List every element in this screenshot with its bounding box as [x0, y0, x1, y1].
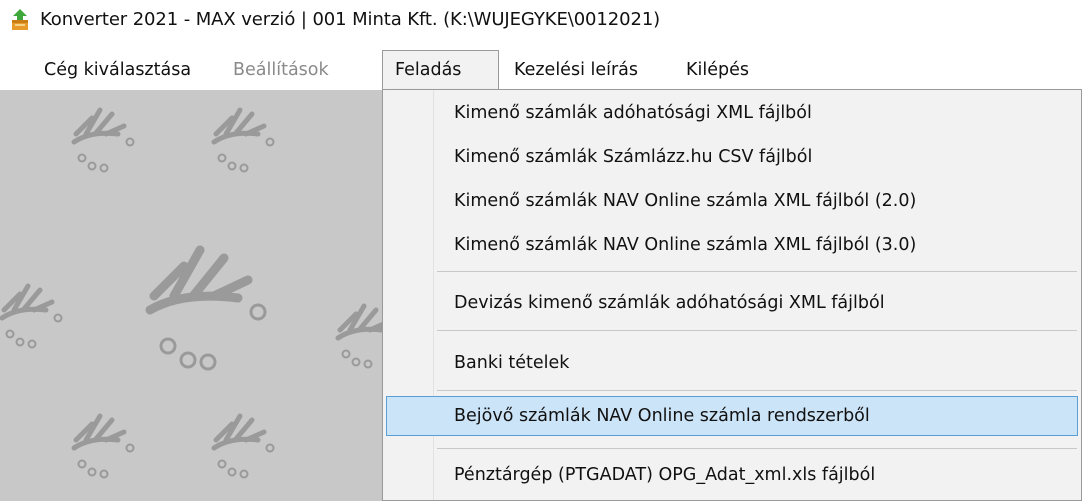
- menu-item-kimeno-nav-online-3-0[interactable]: Kimenő számlák NAV Online számla XML fáj…: [386, 226, 1078, 264]
- menu-item-label: Pénztárgép (PTGADAT) OPG_Adat_xml.xls fá…: [454, 465, 876, 485]
- menu-item-penztargep-ptgadat[interactable]: Pénztárgép (PTGADAT) OPG_Adat_xml.xls fá…: [386, 456, 1078, 494]
- title-bar: Konverter 2021 - MAX verzió | 001 Minta …: [0, 0, 1082, 44]
- menu-item-label: Kimenő számlák NAV Online számla XML fáj…: [454, 191, 917, 211]
- menu-item-kimeno-nav-online-2-0[interactable]: Kimenő számlák NAV Online számla XML fáj…: [386, 182, 1078, 220]
- menu-item-label: Devizás kimenő számlák adóhatósági XML f…: [454, 293, 885, 313]
- menu-item-label: Kimenő számlák adóhatósági XML fájlból: [454, 103, 812, 123]
- menu-separator: [437, 448, 1077, 449]
- menu-kilepes[interactable]: Kilépés: [674, 50, 761, 90]
- menu-item-label: Kimenő számlák Számlázz.hu CSV fájlból: [454, 147, 813, 167]
- menu-separator: [437, 271, 1077, 272]
- menu-item-bejovo-nav-online[interactable]: Bejövő számlák NAV Online számla rendsze…: [386, 396, 1078, 436]
- menu-separator: [437, 390, 1077, 391]
- menu-bar: Cég kiválasztása Beállítások Feladás Kez…: [0, 50, 1082, 90]
- menu-item-label: Banki tételek: [454, 353, 570, 373]
- menu-item-kimeno-adohatosagi-xml[interactable]: Kimenő számlák adóhatósági XML fájlból: [386, 94, 1078, 132]
- menu-kezelesi-leiras[interactable]: Kezelési leírás: [502, 50, 650, 90]
- app-window: Konverter 2021 - MAX verzió | 001 Minta …: [0, 0, 1082, 501]
- menu-item-label: Bejövő számlák NAV Online számla rendsze…: [454, 406, 870, 426]
- menu-beallitasok[interactable]: Beállítások: [221, 50, 341, 90]
- menu-item-kimeno-szamlazz-csv[interactable]: Kimenő számlák Számlázz.hu CSV fájlból: [386, 138, 1078, 176]
- app-icon: [12, 9, 28, 30]
- feladas-dropdown-menu: Kimenő számlák adóhatósági XML fájlból K…: [382, 89, 1082, 501]
- window-title: Konverter 2021 - MAX verzió | 001 Minta …: [40, 9, 661, 30]
- menu-item-devizas-kimeno[interactable]: Devizás kimenő számlák adóhatósági XML f…: [386, 284, 1078, 322]
- menu-ceg-kivalasztasa[interactable]: Cég kiválasztása: [32, 50, 203, 90]
- menu-item-label: Kimenő számlák NAV Online számla XML fáj…: [454, 235, 917, 255]
- menu-item-banki-tetelek[interactable]: Banki tételek: [386, 344, 1078, 382]
- menu-feladas[interactable]: Feladás: [382, 50, 499, 90]
- menu-separator: [437, 330, 1077, 331]
